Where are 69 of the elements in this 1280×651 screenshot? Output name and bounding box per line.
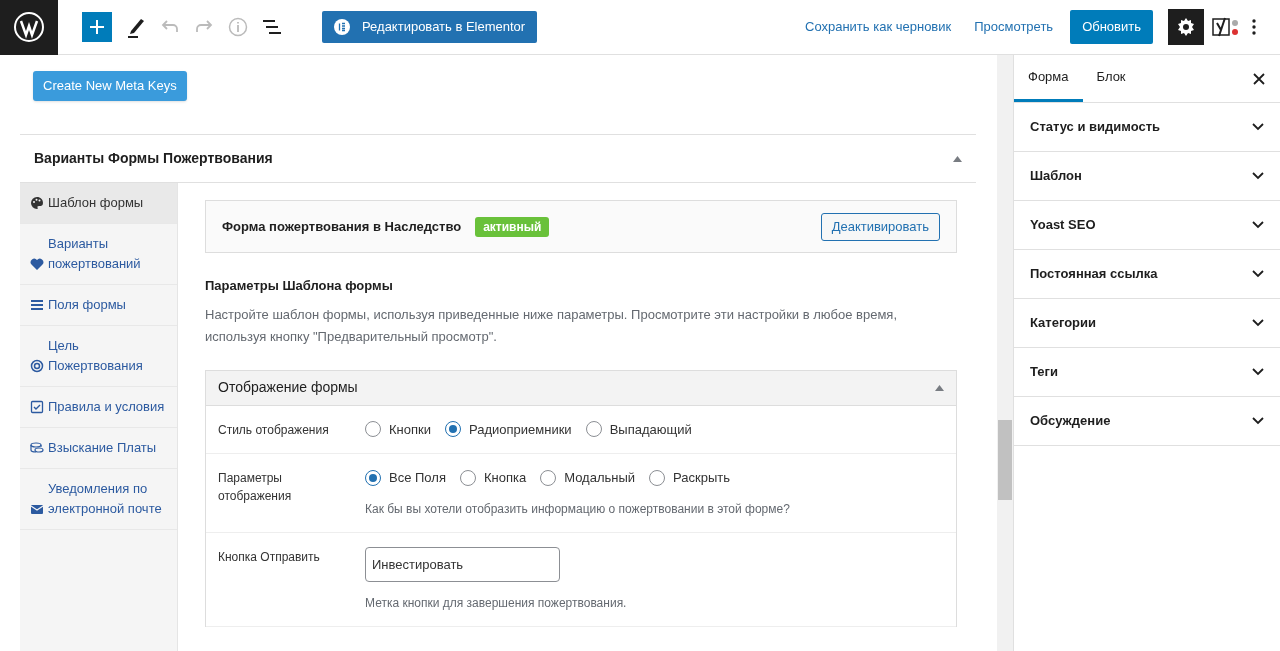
checkbox-icon [30, 400, 44, 414]
radio-button[interactable] [365, 421, 381, 438]
settings-description: Настройте шаблон формы, используя приведенные ниже параметры. Просмотрите эти настройки в любое время, используя кнопку "Предварительный просмотр". [205, 305, 899, 346]
radio-option[interactable]: Выпадающий [585, 419, 692, 439]
plus-icon [90, 20, 104, 34]
radio-button[interactable] [459, 469, 476, 486]
help-text: Как бы вы хотели отобразить информацию о пожертвовании в этой форме? [365, 500, 791, 518]
template-name: Форма пожертвования в Наследство [222, 217, 462, 236]
heart-icon [30, 257, 44, 271]
panel-header[interactable]: Постоянная ссылка [1014, 250, 1280, 299]
list-icon [30, 298, 44, 312]
settings-button[interactable] [1168, 9, 1204, 45]
deactivate-button[interactable]: Деактивировать [820, 212, 940, 241]
panel-header[interactable]: Шаблон [1014, 152, 1280, 201]
save-draft-link[interactable]: Сохранить как черновик [805, 17, 952, 37]
radio-button[interactable] [649, 469, 666, 486]
coins-icon [30, 441, 44, 455]
mail-icon [30, 502, 44, 516]
more-options-icon[interactable] [1252, 19, 1256, 35]
form-section-tab[interactable]: Правила и условия [20, 387, 177, 428]
radio-option[interactable]: Радиоприемники [445, 419, 572, 439]
active-status: активный [475, 216, 550, 237]
close-icon[interactable] [1253, 72, 1265, 85]
panel-header[interactable]: Статус и видимость [1014, 103, 1280, 152]
radio-option[interactable]: Кнопки [365, 419, 431, 439]
help-text: Метка кнопки для завершения пожертвования. [365, 594, 628, 612]
field-label: Параметры отображения [218, 470, 293, 505]
panel-header[interactable]: Категории [1014, 299, 1280, 348]
collapse-arrow-icon[interactable] [953, 155, 962, 162]
radio-button[interactable] [585, 421, 602, 438]
form-section-tab[interactable]: Цель Пожертвования [20, 326, 177, 387]
list-view-icon[interactable] [262, 19, 282, 35]
sidebar-tab[interactable]: Форма [1014, 55, 1083, 102]
form-section-tab[interactable]: Взыскание Платы [20, 428, 177, 469]
radio-option[interactable]: Модальный [540, 468, 636, 488]
panel-header[interactable]: Yoast SEO [1014, 201, 1280, 250]
update-button[interactable]: Обновить [1070, 10, 1153, 44]
edit-with-elementor-button[interactable]: Редактировать в Elementor [322, 11, 538, 43]
wordpress-logo-icon [13, 11, 45, 43]
collapse-arrow-icon[interactable] [935, 384, 944, 391]
radio-option[interactable]: Кнопка [459, 468, 527, 488]
palette-icon [30, 196, 44, 210]
submit-label-input[interactable]: Инвестировать [365, 546, 560, 582]
target-icon [30, 359, 44, 373]
radio-option[interactable]: Раскрыть [649, 468, 731, 488]
form-section-tab[interactable]: Уведомления по электронной почте [20, 469, 177, 530]
panel-header[interactable]: Теги [1014, 348, 1280, 397]
panel-header[interactable]: Обсуждение [1014, 397, 1280, 446]
form-section-tab[interactable]: Шаблон формы [20, 183, 177, 224]
radio-button[interactable] [445, 421, 461, 438]
settings-title: Параметры Шаблона формы [205, 277, 394, 295]
settings-icon [1177, 18, 1195, 36]
radio-button[interactable] [365, 469, 381, 486]
radio-button[interactable] [540, 469, 557, 486]
form-section-tab[interactable]: Поля формы [20, 285, 177, 326]
field-label: Стиль отображения [218, 421, 330, 439]
elementor-icon [334, 19, 350, 35]
preview-link[interactable]: Просмотреть [974, 17, 1054, 37]
add-block-button[interactable] [82, 12, 112, 42]
scrollbar[interactable] [997, 55, 1013, 651]
metabox-title: Варианты Формы Пожертвования [34, 149, 273, 168]
form-section-tab[interactable]: Варианты пожертвований [20, 224, 177, 285]
pencil-icon[interactable] [126, 16, 146, 38]
field-label: Кнопка Отправить [218, 548, 321, 566]
section-title: Отображение формы [218, 378, 358, 397]
wordpress-logo-button[interactable] [0, 0, 58, 55]
radio-option[interactable]: Все Поля [365, 468, 446, 488]
yoast-logo-icon[interactable] [1212, 15, 1240, 39]
sidebar-tab[interactable]: Блок [1082, 55, 1140, 102]
